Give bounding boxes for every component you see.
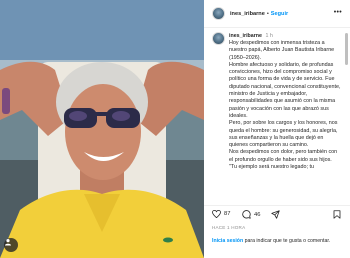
- caption-area[interactable]: ines_iribarne 1 h Hoy despedimos con inm…: [204, 29, 350, 201]
- post-panel: ines_iribarne • Seguir ••• ines_iribarne…: [204, 0, 350, 258]
- caption-text: Hoy despedimos con inmensa tristeza a nu…: [229, 40, 341, 171]
- caption-header: ines_iribarne 1 h: [229, 33, 273, 39]
- save-action: [333, 210, 341, 219]
- post-date: HACE 1 HORA: [212, 225, 246, 230]
- caption-avatar[interactable]: [212, 32, 225, 45]
- like-count[interactable]: 87: [224, 211, 230, 217]
- heart-icon[interactable]: [212, 210, 221, 218]
- avatar[interactable]: [212, 7, 225, 20]
- follow-button[interactable]: Seguir: [271, 11, 288, 17]
- header-separator: •: [266, 10, 269, 17]
- login-prompt: Inicia sesión para indicar que te gusta …: [212, 238, 344, 245]
- more-options-button[interactable]: •••: [334, 9, 342, 16]
- comment-icon[interactable]: [242, 210, 251, 219]
- post-header: ines_iribarne • Seguir •••: [204, 0, 350, 28]
- caption-time: 1 h: [265, 33, 273, 39]
- header-username[interactable]: ines_iribarne: [230, 11, 265, 17]
- photo-illustration: [0, 0, 204, 258]
- bookmark-icon[interactable]: [333, 210, 341, 219]
- caption-username[interactable]: ines_iribarne: [229, 33, 262, 39]
- login-link[interactable]: Inicia sesión: [212, 238, 243, 244]
- share-icon[interactable]: [271, 210, 280, 219]
- comment-count[interactable]: 46: [254, 212, 260, 218]
- post-photo[interactable]: [0, 0, 204, 258]
- like-action: 87: [212, 210, 230, 218]
- share-action: [271, 210, 280, 219]
- caption-scrollbar[interactable]: [345, 33, 348, 65]
- login-prompt-text: para indicar que te gusta o comentar.: [243, 238, 331, 244]
- action-bar: 87 46: [204, 205, 350, 221]
- user-icon: [5, 239, 11, 246]
- tagged-user-icon[interactable]: [4, 238, 18, 252]
- comment-action: 46: [242, 210, 260, 219]
